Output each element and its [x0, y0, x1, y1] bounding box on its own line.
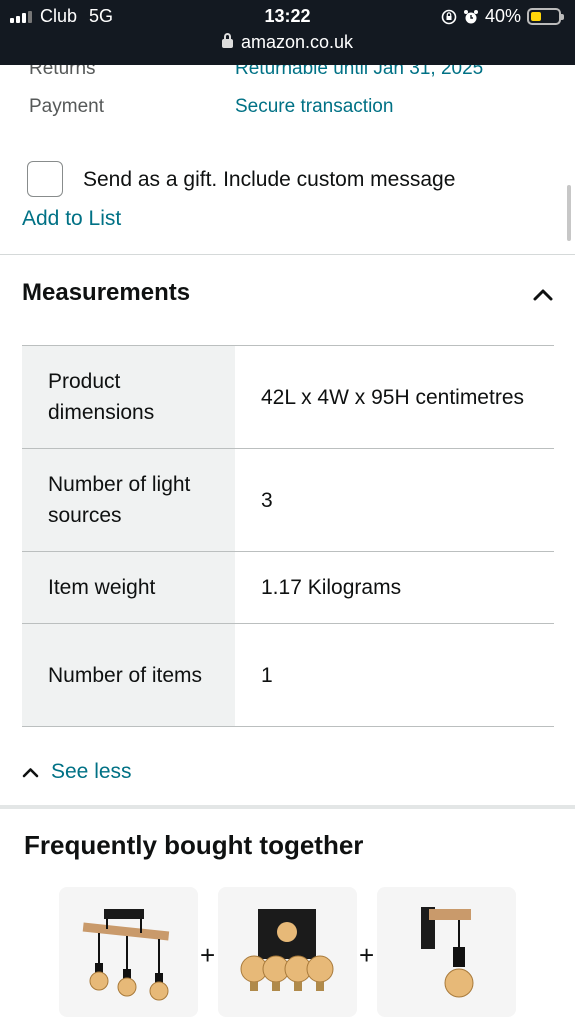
- measurements-table: Product dimensions 42L x 4W x 95H centim…: [22, 345, 554, 727]
- table-row: Item weight 1.17 Kilograms: [22, 552, 554, 624]
- fbt-title: Frequently bought together: [24, 830, 364, 860]
- product-card-2[interactable]: [218, 887, 357, 1017]
- ceiling-light-bar-image: [82, 909, 170, 1001]
- chevron-up-icon[interactable]: [532, 286, 554, 302]
- row-value: 1: [261, 663, 273, 687]
- lock-icon: [221, 33, 233, 48]
- payment-value[interactable]: Secure transaction: [235, 96, 393, 118]
- gift-label[interactable]: Send as a gift. Include custom message: [83, 168, 455, 192]
- wall-light-image: [421, 907, 474, 998]
- row-key: Number of light sources: [22, 449, 235, 551]
- measurements-title[interactable]: Measurements: [22, 279, 190, 307]
- row-value: 42L x 4W x 95H centimetres: [261, 385, 524, 409]
- table-row: Number of light sources 3: [22, 449, 554, 552]
- plus-sign: +: [200, 940, 216, 970]
- section-divider: [0, 805, 575, 809]
- vintage-bulbs-pack-image: [240, 909, 334, 991]
- orientation-lock-icon: [441, 9, 457, 24]
- url-text: amazon.co.uk: [240, 32, 354, 52]
- gift-checkbox[interactable]: [27, 161, 63, 197]
- plus-sign: +: [359, 940, 375, 970]
- row-value: 3: [261, 488, 273, 512]
- scrollbar[interactable]: [567, 185, 571, 241]
- header-overlay: Club 5G 13:22 40% amazon.co.uk: [0, 0, 575, 65]
- row-value: 1.17 Kilograms: [261, 576, 402, 599]
- see-less-label: See less: [51, 760, 132, 783]
- row-key: Number of items: [22, 624, 235, 726]
- table-row: Number of items 1: [22, 624, 554, 727]
- battery-percent: 40%: [484, 6, 521, 26]
- row-key: Product dimensions: [22, 346, 235, 448]
- row-key: Item weight: [22, 552, 235, 623]
- payment-label: Payment: [29, 96, 104, 117]
- see-less-link[interactable]: See less: [22, 760, 132, 784]
- divider: [0, 254, 575, 255]
- product-card-3[interactable]: [377, 887, 516, 1017]
- chevron-up-icon: [22, 768, 39, 778]
- table-row: Product dimensions 42L x 4W x 95H centim…: [22, 346, 554, 449]
- add-to-list-link[interactable]: Add to List: [22, 207, 121, 231]
- url-bar[interactable]: amazon.co.uk: [0, 32, 575, 53]
- alarm-icon: [463, 9, 478, 23]
- product-card-1[interactable]: [59, 887, 198, 1017]
- battery-icon: [527, 8, 564, 25]
